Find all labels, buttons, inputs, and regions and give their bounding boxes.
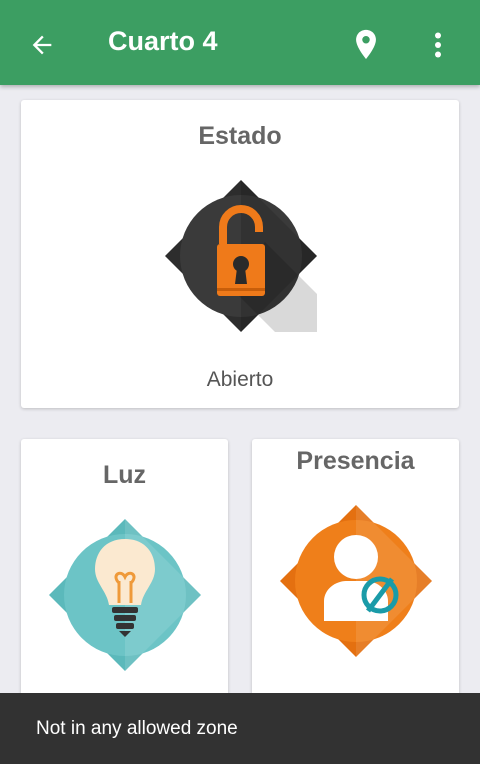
snackbar: Not in any allowed zone (0, 693, 480, 764)
luz-title: Luz (102, 461, 147, 489)
estado-card[interactable]: Estado Abierto (21, 100, 459, 408)
app-bar: Cuarto 4 (0, 0, 480, 85)
location-button[interactable] (350, 26, 382, 64)
arrow-back-icon (32, 35, 52, 55)
light-bulb-icon (49, 519, 201, 671)
presencia-title: Presencia (296, 447, 415, 475)
estado-status: Abierto (206, 368, 274, 391)
person-absent-icon (280, 505, 432, 657)
estado-title: Estado (198, 122, 282, 150)
more-vert-icon (435, 32, 441, 58)
back-button[interactable] (24, 27, 60, 63)
page-title: Cuarto 4 (108, 26, 218, 56)
location-pin-icon (356, 29, 376, 59)
snackbar-message: Not in any allowed zone (36, 718, 238, 739)
overflow-menu-button[interactable] (424, 26, 452, 64)
unlocked-padlock-icon (165, 180, 317, 332)
